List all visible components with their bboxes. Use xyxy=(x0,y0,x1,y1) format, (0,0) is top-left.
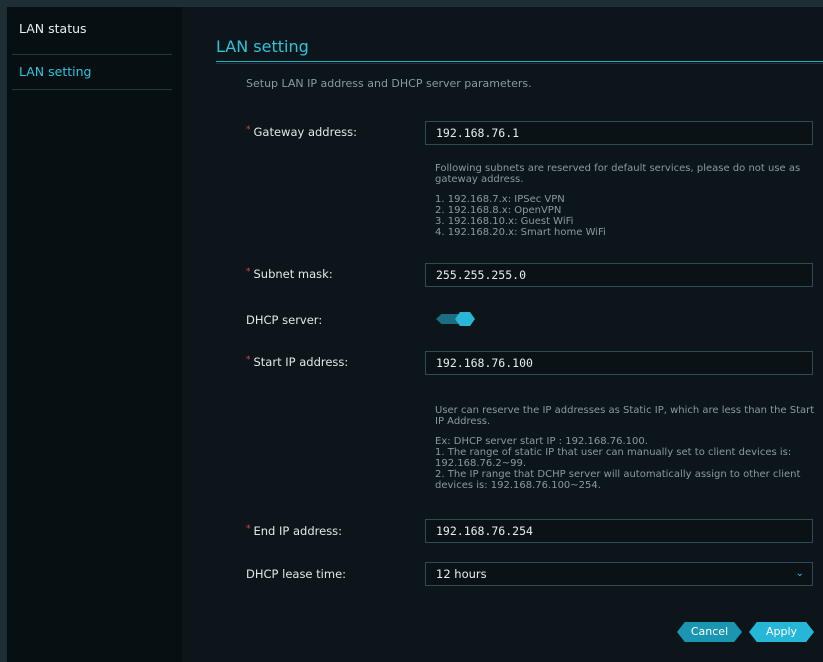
subnet-mask-label-text: Subnet mask: xyxy=(253,267,333,281)
end-ip-label-text: End IP address: xyxy=(253,524,343,538)
apply-button[interactable]: Apply xyxy=(749,622,814,642)
sidebar-item-label: LAN setting xyxy=(19,64,92,79)
sidebar-item-label: LAN status xyxy=(19,21,87,36)
title-underline xyxy=(216,61,823,62)
required-mark: * xyxy=(246,524,251,534)
example-line: Ex: DHCP server start IP : 192.168.76.10… xyxy=(435,436,648,447)
start-ip-input[interactable]: 192.168.76.100 xyxy=(425,351,813,375)
gateway-note-text: Following subnets are reserved for defau… xyxy=(435,163,801,185)
required-mark: * xyxy=(246,125,251,135)
required-mark: * xyxy=(246,355,251,365)
dhcp-server-toggle[interactable] xyxy=(436,312,476,326)
example-line: 1. The range of static IP that user can … xyxy=(435,447,792,469)
start-ip-note-text: User can reserve the IP addresses as Sta… xyxy=(435,405,815,427)
dhcp-server-label: DHCP server: xyxy=(246,313,323,327)
reserved-subnets-list: 1. 192.168.7.x: IPSec VPN 2. 192.168.8.x… xyxy=(435,194,815,238)
reserved-subnet-item: 3. 192.168.10.x: Guest WiFi xyxy=(435,216,574,227)
example-line: 2. The IP range that DCHP server will au… xyxy=(435,469,801,491)
start-ip-label-text: Start IP address: xyxy=(253,355,349,369)
required-mark: * xyxy=(246,267,251,277)
gateway-label: * Gateway address: xyxy=(246,125,357,139)
gateway-note: Following subnets are reserved for defau… xyxy=(435,163,815,238)
gateway-label-text: Gateway address: xyxy=(253,125,358,139)
lease-time-value: 12 hours xyxy=(436,567,487,581)
start-ip-label: * Start IP address: xyxy=(246,355,348,369)
cancel-button[interactable]: Cancel xyxy=(677,622,742,642)
reserved-subnet-item: 2. 192.168.8.x: OpenVPN xyxy=(435,205,562,216)
page-description: Setup LAN IP address and DHCP server par… xyxy=(246,77,532,90)
reserved-subnet-item: 4. 192.168.20.x: Smart home WiFi xyxy=(435,227,606,238)
page-title: LAN setting xyxy=(216,37,309,56)
start-ip-note: User can reserve the IP addresses as Sta… xyxy=(435,405,815,491)
chevron-down-icon: ⌄ xyxy=(795,568,804,579)
sidebar-item-lan-setting[interactable]: LAN setting xyxy=(12,55,172,89)
start-ip-example: Ex: DHCP server start IP : 192.168.76.10… xyxy=(435,436,815,491)
dhcp-lease-time-select[interactable]: 12 hours ⌄ xyxy=(425,562,813,586)
subnet-mask-input[interactable]: 255.255.255.0 xyxy=(425,263,813,287)
title-underline-shadow xyxy=(216,63,823,64)
gateway-address-input[interactable]: 192.168.76.1 xyxy=(425,121,813,145)
sidebar xyxy=(7,7,182,662)
reserved-subnet-item: 1. 192.168.7.x: IPSec VPN xyxy=(435,194,565,205)
sidebar-divider xyxy=(12,89,172,90)
end-ip-label: * End IP address: xyxy=(246,524,342,538)
sidebar-item-lan-status[interactable]: LAN status xyxy=(12,12,172,46)
dhcp-lease-time-label: DHCP lease time: xyxy=(246,567,347,581)
subnet-mask-label: * Subnet mask: xyxy=(246,267,333,281)
end-ip-input[interactable]: 192.168.76.254 xyxy=(425,519,813,543)
